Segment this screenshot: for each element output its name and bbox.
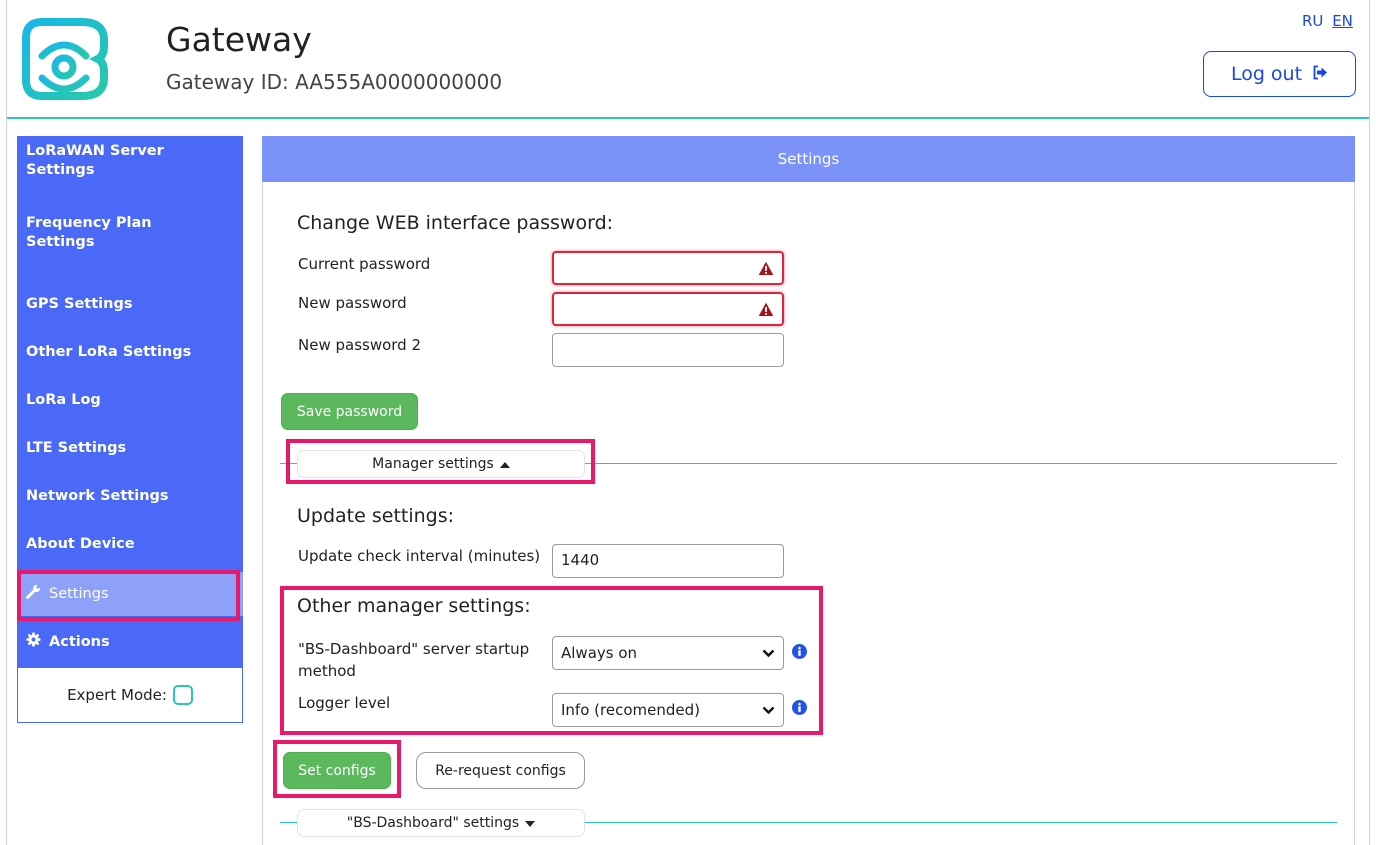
warning-icon: [758, 261, 774, 280]
current-password-input[interactable]: [552, 251, 784, 285]
sidebar-item-label: Frequency Plan Settings: [26, 215, 152, 250]
sidebar-item-frequency-plan-settings[interactable]: Frequency Plan Settings: [17, 208, 243, 258]
update-section-title: Update settings:: [297, 505, 455, 527]
page: Gateway Gateway ID: AA555A0000000000 RU …: [0, 0, 1376, 845]
sidebar-item-lte-settings[interactable]: LTE Settings: [17, 426, 243, 470]
panel-right-border: [1354, 182, 1355, 845]
caret-down-icon: [525, 815, 536, 831]
sidebar-item-label: GPS Settings: [26, 295, 133, 312]
frame-left-border: [6, 0, 7, 845]
current-password-label: Current password: [298, 255, 431, 273]
new-password-label: New password: [298, 294, 407, 312]
sidebar-item-label: About Device: [26, 535, 135, 552]
highlight-set-configs: [273, 740, 401, 798]
sidebar-item-other-lora-settings[interactable]: Other LoRa Settings: [17, 330, 243, 374]
password-section-title: Change WEB interface password:: [297, 212, 614, 234]
app-title: Gateway: [166, 20, 312, 59]
new-password-input[interactable]: [552, 292, 784, 326]
gear-icon: [26, 632, 41, 653]
logout-button[interactable]: Log out: [1203, 51, 1356, 97]
language-switcher: RU EN: [1298, 12, 1353, 30]
highlight-manager-settings: [286, 439, 595, 484]
sidebar-item-about-device[interactable]: About Device: [17, 522, 243, 566]
sidebar-item-lora-log[interactable]: LoRa Log: [17, 378, 243, 422]
panel-left-border: [262, 182, 263, 845]
app-logo-icon: [18, 16, 110, 102]
sidebar-item-label: Other LoRa Settings: [26, 343, 192, 360]
sign-out-icon: [1312, 63, 1328, 85]
lang-en-link[interactable]: EN: [1332, 12, 1353, 30]
sidebar-item-actions[interactable]: Actions: [17, 620, 243, 664]
warning-icon: [758, 302, 774, 321]
rerequest-configs-button[interactable]: Re-request configs: [416, 752, 585, 789]
panel-header: Settings: [262, 136, 1355, 182]
logout-label: Log out: [1230, 63, 1303, 85]
lang-ru-link[interactable]: RU: [1302, 12, 1323, 30]
frame-right-border: [1369, 0, 1370, 845]
sidebar-item-label: LoRaWAN Server Settings: [26, 143, 164, 178]
update-interval-input[interactable]: 1440: [552, 544, 784, 578]
dashboard-settings-toggle[interactable]: "BS-Dashboard" settings: [297, 809, 585, 837]
update-interval-label: Update check interval (minutes): [298, 547, 541, 565]
expert-mode-checkbox[interactable]: [172, 685, 193, 705]
expert-mode-label: Expert Mode:: [67, 686, 167, 704]
sidebar-item-label: Network Settings: [26, 487, 169, 504]
highlight-settings-item: [17, 570, 240, 621]
sidebar-item-gps-settings[interactable]: GPS Settings: [17, 282, 243, 326]
new-password2-label: New password 2: [298, 336, 422, 354]
sidebar-item-network-settings[interactable]: Network Settings: [17, 474, 243, 518]
save-password-button[interactable]: Save password: [281, 393, 418, 430]
sidebar-item-label: LoRa Log: [26, 391, 101, 408]
header-divider: [7, 117, 1369, 119]
gateway-id: Gateway ID: AA555A0000000000: [166, 70, 503, 94]
sidebar-item-label: Actions: [49, 633, 110, 650]
sidebar-item-label: LTE Settings: [26, 439, 127, 456]
dashboard-settings-label: "BS-Dashboard" settings: [346, 815, 520, 831]
expert-mode-toggle: Expert Mode:: [17, 667, 243, 723]
highlight-other-manager-settings: [280, 586, 823, 735]
sidebar-item-lorawan-server-settings[interactable]: LoRaWAN Server Settings: [17, 136, 243, 186]
new-password2-input[interactable]: [552, 333, 784, 367]
